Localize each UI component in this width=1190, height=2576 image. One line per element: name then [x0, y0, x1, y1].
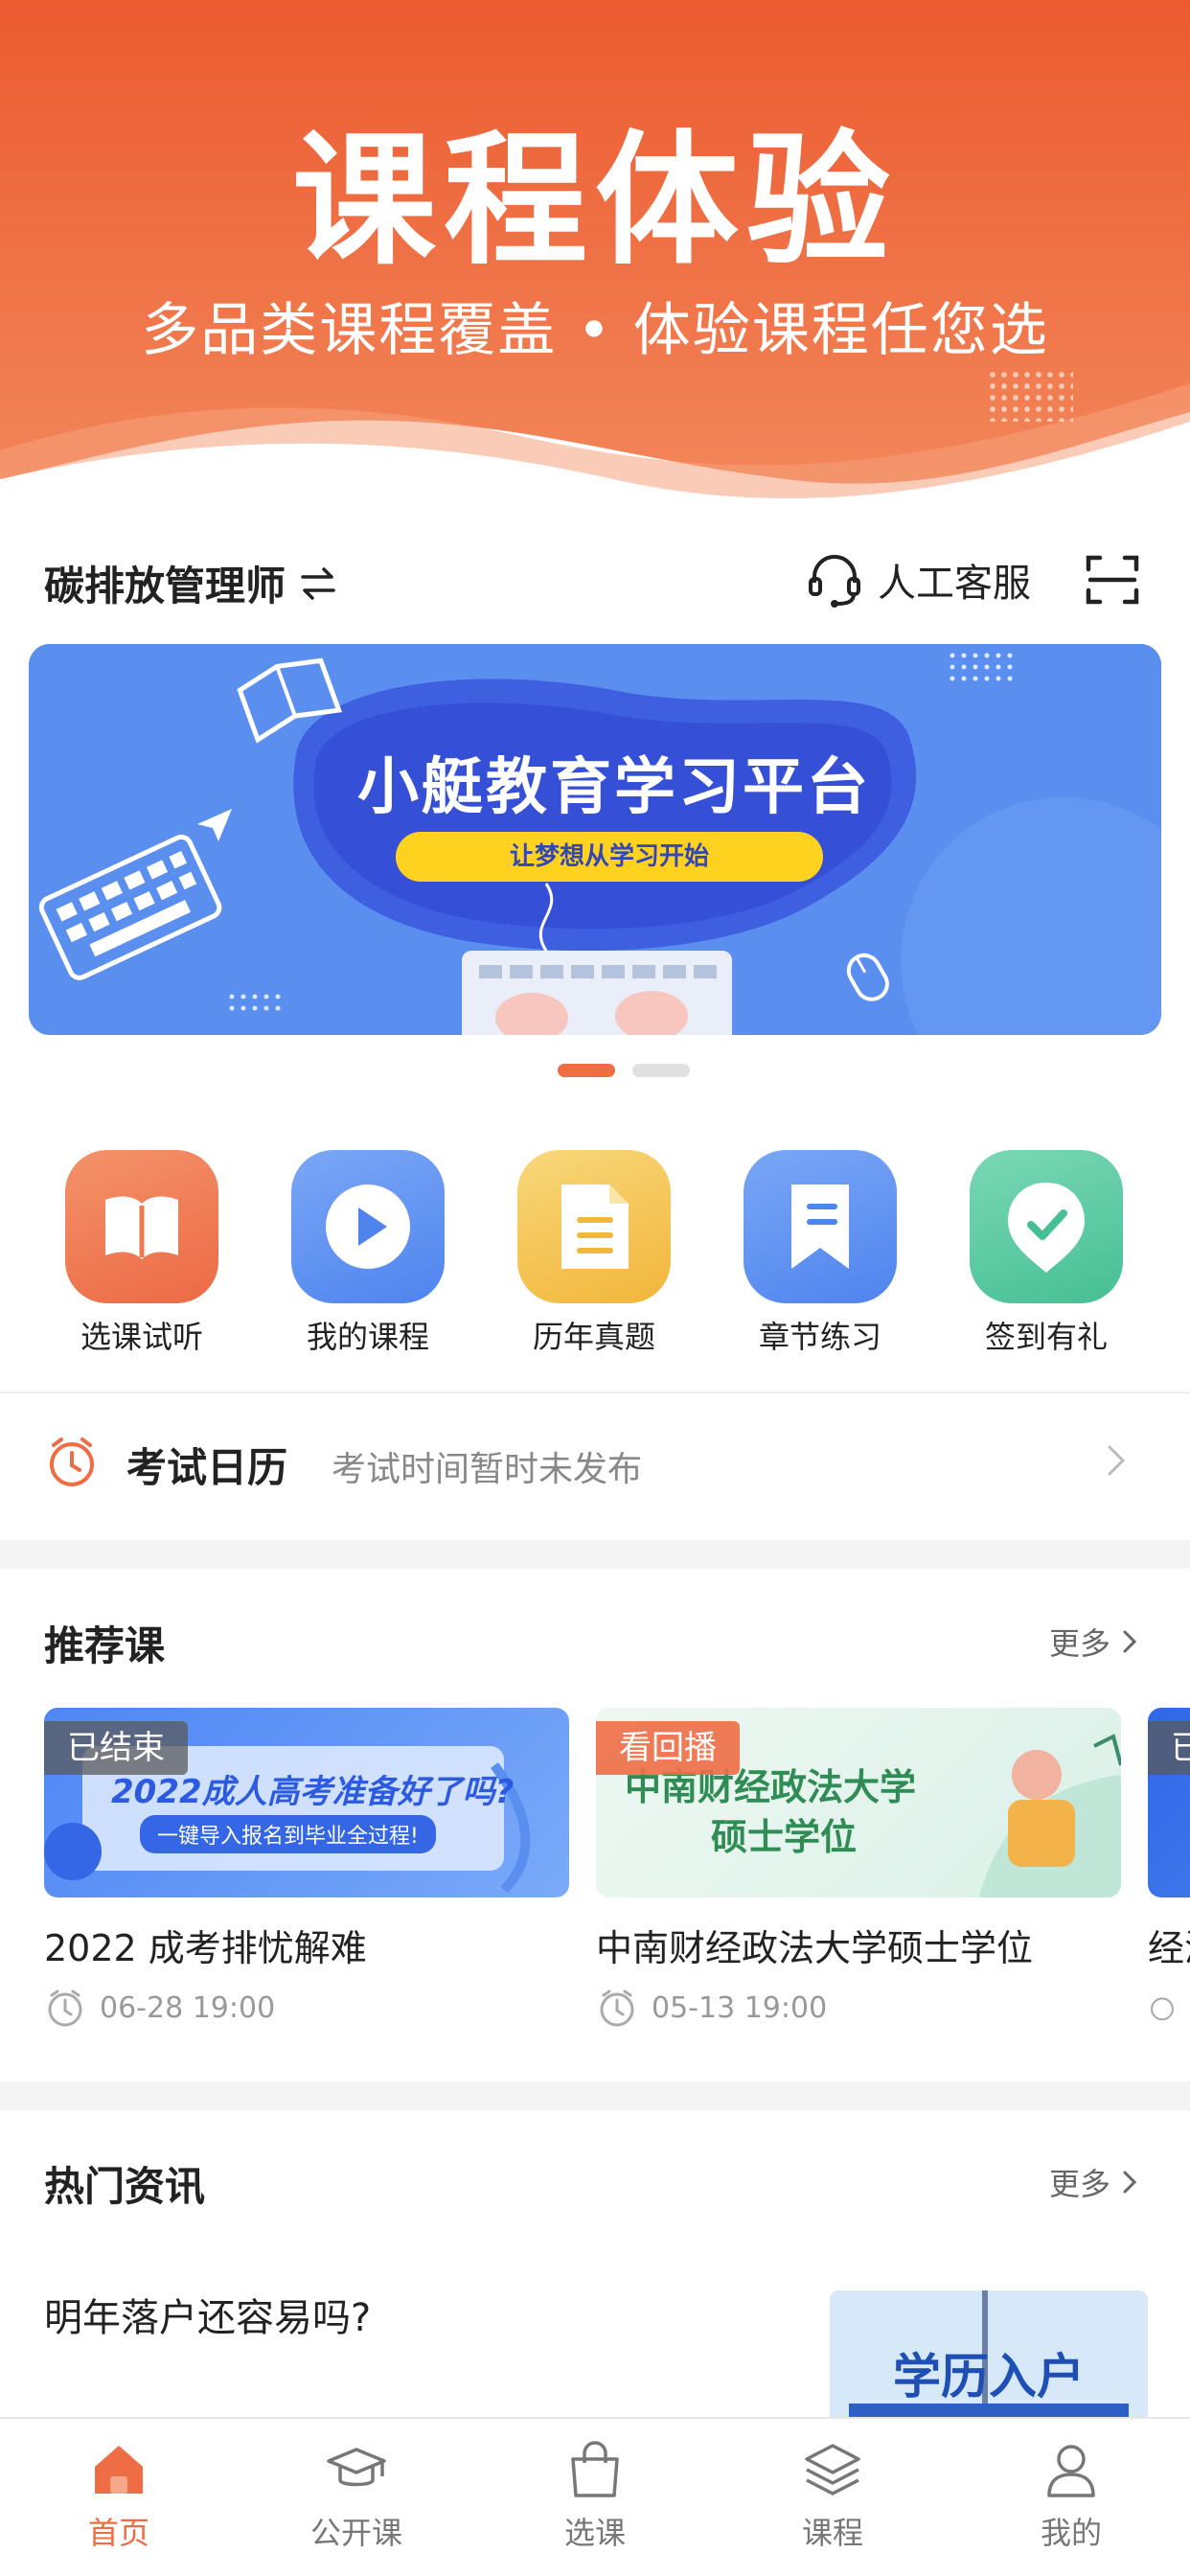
quick-entry-my-courses[interactable]: 我的课程 — [272, 1150, 464, 1357]
tab-open-courses[interactable]: 公开课 — [270, 2436, 443, 2553]
quick-entry-past-exams[interactable]: 历年真题 — [498, 1150, 690, 1357]
course-card[interactable]: 2022成人高考准备好了吗? 一键导入报名到毕业全过程! 已结束 2022 成考… — [44, 1708, 569, 2029]
check-shield-icon — [970, 1150, 1123, 1303]
banner-page-indicator[interactable] — [632, 1064, 690, 1077]
promo-banner[interactable]: 小艇教育学习平台 让梦想从学习开始 — [29, 644, 1161, 1035]
more-label: 更多 — [1049, 2166, 1111, 2202]
banner-title: 小艇教育学习平台 — [357, 752, 871, 823]
thumbnail-subline: 硕士学位 — [711, 1816, 858, 1858]
course-status-badge: 已 — [1148, 1721, 1190, 1775]
course-status-badge: 已结束 — [44, 1721, 188, 1775]
course-status-badge: 看回播 — [596, 1721, 740, 1775]
course-name: 中南财经政法大学硕士学位 — [596, 1927, 1034, 1969]
tab-home[interactable]: 首页 — [33, 2436, 205, 2553]
swap-icon — [301, 566, 335, 600]
decorative-dots — [987, 369, 1073, 422]
exam-calendar-title: 考试日历 — [126, 1444, 288, 1491]
news-section-title: 热门资讯 — [44, 2163, 206, 2210]
quick-entry-check-in[interactable]: 签到有礼 — [950, 1150, 1142, 1357]
course-time-row — [1148, 1987, 1190, 2029]
tab-label: 选课 — [563, 2515, 626, 2551]
tab-label: 公开课 — [309, 2515, 402, 2551]
bookmark-icon — [744, 1150, 897, 1303]
course-thumbnail: 中南财经政法大学 硕士学位 看回播 — [596, 1708, 1121, 1898]
tab-label: 我的 — [1040, 2515, 1102, 2551]
clock-icon — [600, 1990, 634, 2027]
quick-entry-row: 选课试听 我的课程 历年真题 章节练习 签到有礼 — [0, 1150, 1190, 1361]
chevron-right-icon — [1123, 1630, 1137, 1653]
quick-entry-label: 章节练习 — [758, 1319, 881, 1355]
customer-service-label: 人工客服 — [878, 562, 1031, 606]
quick-entry-label: 签到有礼 — [984, 1319, 1108, 1355]
major-name: 碳排放管理师 — [44, 563, 286, 610]
course-thumbnail: 已 — [1148, 1708, 1190, 1898]
recommend-section-title: 推荐课 — [44, 1622, 166, 1669]
hero-header: 课程体验 多品类课程覆盖 • 体验课程任您选 — [0, 0, 1190, 508]
major-switcher[interactable]: 碳排放管理师 — [44, 554, 339, 612]
quick-entry-trial[interactable]: 选课试听 — [46, 1150, 238, 1357]
course-time: 05-13 19:00 — [652, 1990, 828, 2025]
top-toolbar: 碳排放管理师 人工客服 — [0, 537, 1190, 618]
layers-icon — [805, 2444, 860, 2496]
customer-service-button[interactable]: 人工客服 — [805, 550, 1031, 610]
tab-choose-course[interactable]: 选课 — [509, 2436, 681, 2553]
news-item-title[interactable]: 明年落户还容易吗? — [44, 2287, 371, 2342]
alarm-clock-icon — [50, 1438, 94, 1486]
thumbnail-subline: 一键导入报名到毕业全过程! — [140, 1815, 436, 1853]
exam-calendar-status: 考试时间暂时未发布 — [332, 1450, 643, 1489]
course-time-row: 05-13 19:00 — [596, 1987, 1121, 2029]
document-icon — [517, 1150, 671, 1303]
recommend-more-link[interactable]: 更多 — [1049, 1620, 1139, 1664]
hero-subtitle: 多品类课程覆盖 • 体验课程任您选 — [141, 297, 1049, 364]
tab-profile[interactable]: 我的 — [985, 2436, 1157, 2553]
clock-icon — [1151, 1997, 1174, 2021]
play-icon — [291, 1150, 445, 1303]
scan-icon[interactable] — [1083, 550, 1142, 610]
hero-title: 课程体验 — [291, 118, 898, 285]
user-icon — [1047, 2445, 1095, 2497]
graduation-cap-icon — [327, 2448, 386, 2487]
section-gap — [0, 2082, 1190, 2110]
quick-entry-chapter-practice[interactable]: 章节练习 — [724, 1150, 916, 1357]
shopping-bag-icon — [571, 2441, 619, 2497]
course-time-row: 06-28 19:00 — [44, 1987, 569, 2029]
chevron-right-icon — [1108, 1445, 1126, 1476]
section-gap — [0, 1540, 1190, 1569]
bottom-tab-bar: 首页 公开课 选课 课程 我的 — [0, 2417, 1190, 2576]
home-icon — [95, 2446, 143, 2494]
tab-label: 课程 — [801, 2515, 863, 2551]
course-name: 2022 成考排忧解难 — [44, 1927, 367, 1969]
news-more-link[interactable]: 更多 — [1049, 2160, 1139, 2204]
banner-slogan: 让梦想从学习开始 — [396, 832, 823, 882]
clock-icon — [48, 1990, 82, 2027]
quick-entry-label: 我的课程 — [306, 1319, 429, 1355]
exam-calendar-row[interactable]: 考试日历 考试时间暂时未发布 — [0, 1392, 1190, 1540]
app-page: 课程体验 多品类课程覆盖 • 体验课程任您选 碳排放管理师 人工客服 小艇教育学… — [0, 0, 1190, 2576]
tab-courses[interactable]: 课程 — [746, 2436, 919, 2553]
more-label: 更多 — [1049, 1625, 1111, 1662]
news-item-thumbnail[interactable]: 学历入户 — [830, 2290, 1148, 2434]
banner-page-indicator-active[interactable] — [558, 1064, 615, 1077]
book-icon — [65, 1150, 218, 1303]
quick-entry-label: 历年真题 — [532, 1319, 655, 1355]
news-thumbnail-text: 学历入户 — [893, 2349, 1085, 2404]
course-card[interactable]: 中南财经政法大学 硕士学位 看回播 中南财经政法大学硕士学位 05-13 19:… — [596, 1708, 1121, 2029]
tab-label: 首页 — [87, 2515, 149, 2551]
chevron-right-icon — [1123, 2171, 1137, 2194]
headset-icon — [809, 555, 860, 608]
course-name: 经济 — [1148, 1927, 1190, 1969]
course-time: 06-28 19:00 — [100, 1990, 276, 2025]
quick-entry-label: 选课试听 — [80, 1319, 203, 1355]
course-card[interactable]: 已 经济 — [1148, 1708, 1190, 2029]
course-thumbnail: 2022成人高考准备好了吗? 一键导入报名到毕业全过程! 已结束 — [44, 1708, 569, 1898]
